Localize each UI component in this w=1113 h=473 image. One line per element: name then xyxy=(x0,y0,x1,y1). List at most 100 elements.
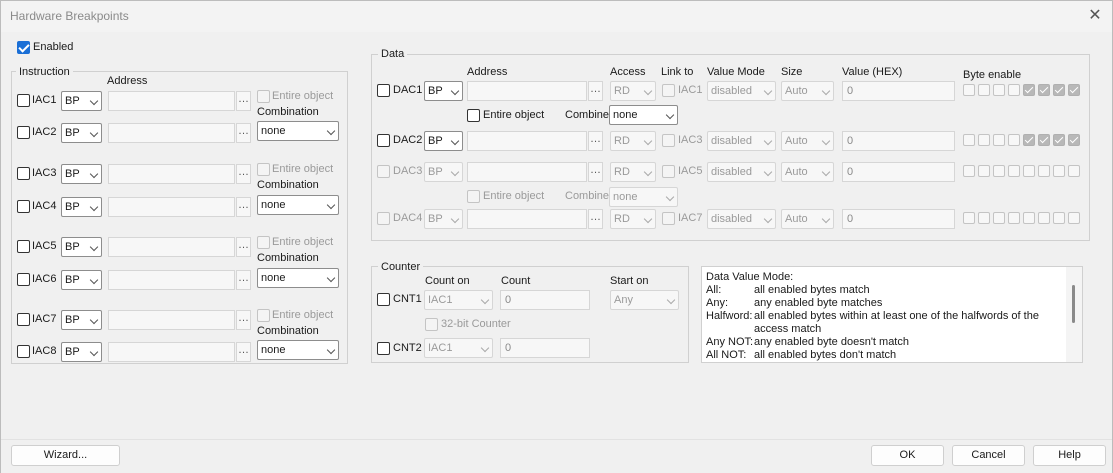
dac3-byte-6-checkbox[interactable] xyxy=(1053,165,1065,177)
iac6-checkbox[interactable] xyxy=(17,273,30,286)
dac2-browse-button[interactable]: … xyxy=(588,131,603,151)
dac2-byte-1-checkbox[interactable] xyxy=(978,134,990,146)
iac5-type-select[interactable]: BP xyxy=(61,237,102,257)
iac5-checkbox[interactable] xyxy=(17,240,30,253)
dac4-byte-2-checkbox[interactable] xyxy=(993,212,1005,224)
dac1-byte-3-checkbox[interactable] xyxy=(1008,84,1020,96)
dac4-byte-0-checkbox[interactable] xyxy=(963,212,975,224)
dac1-value-input[interactable]: 0 xyxy=(842,81,955,101)
iac2-type-select[interactable]: BP xyxy=(61,123,102,143)
dac1-combine-select[interactable]: none xyxy=(609,105,678,125)
iac4-address-input[interactable] xyxy=(108,197,235,217)
iac2-checkbox[interactable] xyxy=(17,126,30,139)
dac4-byte-3-checkbox[interactable] xyxy=(1008,212,1020,224)
cnt2-count-on-select[interactable]: IAC1 xyxy=(424,338,493,358)
dac4-checkbox[interactable] xyxy=(377,212,390,225)
dac3-size-select[interactable]: Auto xyxy=(781,162,834,182)
info-scrollbar[interactable] xyxy=(1066,267,1082,362)
dac1-byte-5-checkbox[interactable] xyxy=(1038,84,1050,96)
iac3-checkbox[interactable] xyxy=(17,167,30,180)
dac4-address-input[interactable] xyxy=(467,209,587,229)
iac3-entire-object-checkbox[interactable] xyxy=(257,163,270,176)
dac2-link-checkbox[interactable] xyxy=(662,134,675,147)
dac2-byte-5-checkbox[interactable] xyxy=(1038,134,1050,146)
dac4-byte-5-checkbox[interactable] xyxy=(1038,212,1050,224)
dac1-byte-4-checkbox[interactable] xyxy=(1023,84,1035,96)
iac4-combination-select[interactable]: none xyxy=(257,195,339,215)
dac1-link-checkbox[interactable] xyxy=(662,84,675,97)
iac7-browse-button[interactable]: … xyxy=(236,310,251,330)
iac2-address-input[interactable] xyxy=(108,123,235,143)
dac3-byte-2-checkbox[interactable] xyxy=(993,165,1005,177)
dac1-size-select[interactable]: Auto xyxy=(781,81,834,101)
counter-32bit-checkbox[interactable] xyxy=(425,318,438,331)
dac2-byte-6-checkbox[interactable] xyxy=(1053,134,1065,146)
iac1-entire-object-checkbox[interactable] xyxy=(257,90,270,103)
dac1-access-select[interactable]: RD xyxy=(610,81,656,101)
dac2-checkbox[interactable] xyxy=(377,134,390,147)
iac6-combination-select[interactable]: none xyxy=(257,268,339,288)
dac3-value-input[interactable]: 0 xyxy=(842,162,955,182)
dac2-value-mode-select[interactable]: disabled xyxy=(707,131,776,151)
cnt1-count-input[interactable]: 0 xyxy=(500,290,590,310)
dac1-byte-1-checkbox[interactable] xyxy=(978,84,990,96)
iac7-type-select[interactable]: BP xyxy=(61,310,102,330)
dac4-size-select[interactable]: Auto xyxy=(781,209,834,229)
dac2-size-select[interactable]: Auto xyxy=(781,131,834,151)
iac6-browse-button[interactable]: … xyxy=(236,270,251,290)
info-scrollbar-thumb[interactable] xyxy=(1072,285,1075,323)
dac4-byte-1-checkbox[interactable] xyxy=(978,212,990,224)
dac1-byte-6-checkbox[interactable] xyxy=(1053,84,1065,96)
cnt1-count-on-select[interactable]: IAC1 xyxy=(424,290,493,310)
dac2-byte-4-checkbox[interactable] xyxy=(1023,134,1035,146)
iac3-browse-button[interactable]: … xyxy=(236,164,251,184)
dac1-checkbox[interactable] xyxy=(377,84,390,97)
dac2-address-input[interactable] xyxy=(467,131,587,151)
dac3-value-mode-select[interactable]: disabled xyxy=(707,162,776,182)
dac4-access-select[interactable]: RD xyxy=(610,209,656,229)
iac7-entire-object-checkbox[interactable] xyxy=(257,309,270,322)
dac2-access-select[interactable]: RD xyxy=(610,131,656,151)
dac3-byte-7-checkbox[interactable] xyxy=(1068,165,1080,177)
iac1-type-select[interactable]: BP xyxy=(61,91,102,111)
dac1-type-select[interactable]: BP xyxy=(424,81,463,101)
cnt1-checkbox[interactable] xyxy=(377,293,390,306)
iac1-checkbox[interactable] xyxy=(17,94,30,107)
wizard-button[interactable]: Wizard... xyxy=(11,445,120,466)
iac8-browse-button[interactable]: … xyxy=(236,342,251,362)
help-button[interactable]: Help xyxy=(1033,445,1106,466)
dac1-browse-button[interactable]: … xyxy=(588,81,603,101)
iac5-address-input[interactable] xyxy=(108,237,235,257)
cnt1-start-on-select[interactable]: Any xyxy=(610,290,679,310)
dac3-byte-4-checkbox[interactable] xyxy=(1023,165,1035,177)
dac3-entire-object-checkbox[interactable] xyxy=(467,190,480,203)
iac4-type-select[interactable]: BP xyxy=(61,197,102,217)
dac2-value-input[interactable]: 0 xyxy=(842,131,955,151)
dac3-browse-button[interactable]: … xyxy=(588,162,603,182)
cnt2-count-input[interactable]: 0 xyxy=(500,338,590,358)
dac3-byte-3-checkbox[interactable] xyxy=(1008,165,1020,177)
dac3-access-select[interactable]: RD xyxy=(610,162,656,182)
iac7-address-input[interactable] xyxy=(108,310,235,330)
dac1-byte-0-checkbox[interactable] xyxy=(963,84,975,96)
enabled-checkbox[interactable] xyxy=(17,41,30,54)
iac4-checkbox[interactable] xyxy=(17,200,30,213)
iac5-entire-object-checkbox[interactable] xyxy=(257,236,270,249)
iac3-type-select[interactable]: BP xyxy=(61,164,102,184)
close-icon[interactable]: ✕ xyxy=(1086,7,1104,25)
iac6-address-input[interactable] xyxy=(108,270,235,290)
dac4-type-select[interactable]: BP xyxy=(424,209,463,229)
dac3-byte-0-checkbox[interactable] xyxy=(963,165,975,177)
dac1-address-input[interactable] xyxy=(467,81,587,101)
iac5-browse-button[interactable]: … xyxy=(236,237,251,257)
dac1-byte-7-checkbox[interactable] xyxy=(1068,84,1080,96)
dac1-byte-2-checkbox[interactable] xyxy=(993,84,1005,96)
dac4-value-input[interactable]: 0 xyxy=(842,209,955,229)
dac4-byte-4-checkbox[interactable] xyxy=(1023,212,1035,224)
cancel-button[interactable]: Cancel xyxy=(952,445,1025,466)
dac3-link-checkbox[interactable] xyxy=(662,165,675,178)
dac2-byte-2-checkbox[interactable] xyxy=(993,134,1005,146)
iac6-type-select[interactable]: BP xyxy=(61,270,102,290)
cnt2-checkbox[interactable] xyxy=(377,342,390,355)
dac1-value-mode-select[interactable]: disabled xyxy=(707,81,776,101)
